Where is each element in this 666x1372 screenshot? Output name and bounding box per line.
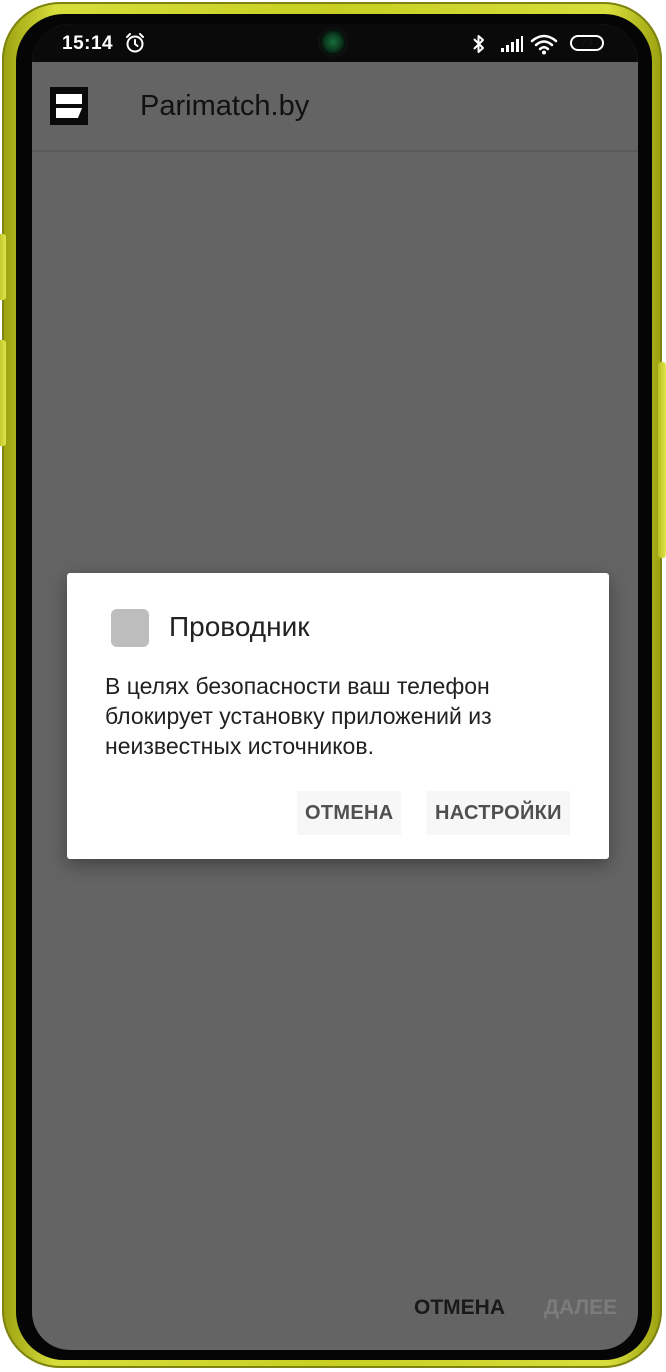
bottom-cancel-button[interactable]: ОТМЕНА: [414, 1296, 505, 1320]
bluetooth-icon: [472, 33, 486, 60]
volume-button: [0, 340, 6, 446]
bottom-next-button[interactable]: ДАЛЕЕ: [544, 1296, 617, 1320]
phone-frame: 15:14 73 Parimatch.by Проводник В целях …: [0, 2, 666, 1368]
file-manager-icon: [111, 609, 149, 647]
parimatch-logo-icon: [50, 87, 88, 125]
dialog-cancel-button[interactable]: ОТМЕНА: [297, 791, 402, 835]
dialog-message: В целях безопасности ваш телефон блокиру…: [105, 673, 492, 759]
wifi-icon: [530, 33, 558, 60]
app-title: Parimatch.by: [140, 90, 310, 122]
front-camera: [320, 29, 346, 55]
install-blocked-dialog: Проводник В целях безопасности ваш телеф…: [67, 573, 609, 859]
power-button: [0, 234, 6, 300]
screen: 15:14 73 Parimatch.by Проводник В целях …: [32, 24, 638, 1350]
dialog-settings-button[interactable]: НАСТРОЙКИ: [427, 791, 570, 835]
signal-icon: [500, 35, 524, 58]
battery-level: 73: [580, 37, 594, 49]
side-key: [658, 362, 666, 558]
battery-icon: 73: [570, 35, 604, 51]
status-bar: 15:14 73: [32, 24, 638, 64]
status-time: 15:14: [62, 33, 114, 54]
alarm-icon: [124, 32, 146, 59]
dialog-title: Проводник: [169, 611, 310, 642]
app-bar: Parimatch.by: [32, 62, 638, 152]
